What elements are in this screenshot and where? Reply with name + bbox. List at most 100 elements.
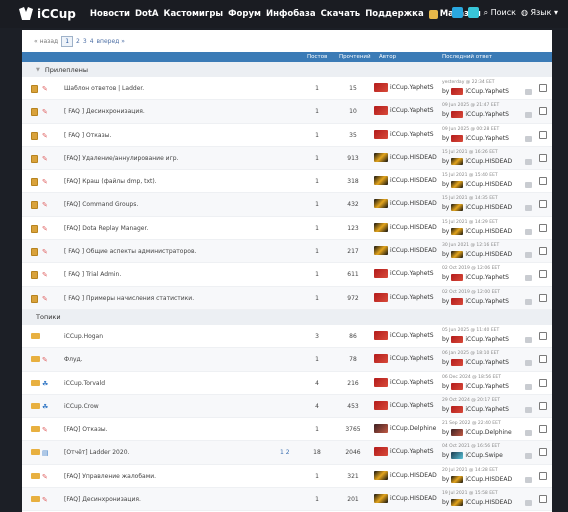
topic-title-link[interactable]: iCCup.Torvald bbox=[64, 380, 105, 387]
language-button[interactable]: ◍ Язык ▾ bbox=[521, 8, 558, 17]
topic-title-link[interactable]: [FAQ] Десинхронизация. bbox=[64, 496, 141, 503]
author-name-link[interactable]: iCCup.YaphetS bbox=[390, 131, 434, 138]
topic-title-link[interactable]: [ FAQ ] Общие аспекты администраторов. bbox=[64, 248, 196, 255]
author-name-link[interactable]: iCCup.HISDEAD bbox=[390, 154, 437, 161]
author-name-link[interactable]: iCCup.YaphetS bbox=[390, 448, 434, 455]
select-checkbox[interactable] bbox=[539, 331, 547, 340]
go-to-last-post-icon[interactable] bbox=[525, 158, 532, 165]
nav-custom-games[interactable]: Кастомигры bbox=[164, 9, 224, 19]
last-reply-author-link[interactable]: iCCup.YaphetS bbox=[465, 336, 509, 343]
select-checkbox[interactable] bbox=[539, 495, 547, 504]
nav-dota[interactable]: DotA bbox=[135, 9, 159, 19]
select-checkbox[interactable] bbox=[539, 247, 547, 256]
author-name-link[interactable]: iCCup.YaphetS bbox=[390, 355, 434, 362]
go-to-last-post-icon[interactable] bbox=[525, 205, 532, 212]
last-reply-author-link[interactable]: iCCup.HISDEAD bbox=[465, 476, 512, 483]
select-checkbox[interactable] bbox=[539, 425, 547, 434]
last-reply-author-link[interactable]: iCCup.YaphetS bbox=[465, 111, 509, 118]
last-reply-author-link[interactable]: iCCup.YaphetS bbox=[465, 383, 509, 390]
pager-page-2[interactable]: 2 bbox=[76, 38, 80, 45]
topic-title-link[interactable]: iCCup.Hogan bbox=[64, 333, 103, 340]
select-checkbox[interactable] bbox=[539, 153, 547, 162]
nav-infobase[interactable]: Инфобаза bbox=[266, 9, 316, 19]
go-to-last-post-icon[interactable] bbox=[525, 298, 532, 305]
last-reply-author-link[interactable]: iCCup.YaphetS bbox=[465, 274, 509, 281]
last-reply-author-link[interactable]: iCCup.YaphetS bbox=[465, 88, 509, 95]
topic-title-link[interactable]: [ FAQ ] Отказы. bbox=[64, 132, 111, 139]
go-to-last-post-icon[interactable] bbox=[525, 336, 532, 343]
topic-title-link[interactable]: [FAQ] Отказы. bbox=[64, 426, 108, 433]
last-reply-author-link[interactable]: iCCup.HISDEAD bbox=[465, 251, 512, 258]
topic-title-link[interactable]: iCCup.Crow bbox=[64, 403, 99, 410]
topic-pages-link[interactable]: 1 2 bbox=[280, 449, 290, 456]
author-name-link[interactable]: iCCup.HISDEAD bbox=[390, 177, 437, 184]
user-icon[interactable] bbox=[451, 7, 463, 18]
go-to-last-post-icon[interactable] bbox=[525, 275, 532, 282]
pager-page-3[interactable]: 3 bbox=[83, 38, 87, 45]
pager-forward[interactable]: вперед » bbox=[97, 38, 125, 45]
select-checkbox[interactable] bbox=[539, 401, 547, 410]
author-name-link[interactable]: iCCup.HISDEAD bbox=[390, 200, 437, 207]
author-name-link[interactable]: iCCup.YaphetS bbox=[390, 294, 434, 301]
topic-title-link[interactable]: [ FAQ ] Десинхронизация. bbox=[64, 108, 145, 115]
go-to-last-post-icon[interactable] bbox=[525, 112, 532, 119]
author-name-link[interactable]: iCCup.HISDEAD bbox=[390, 495, 437, 502]
select-checkbox[interactable] bbox=[539, 107, 547, 116]
nav-download[interactable]: Скачать bbox=[321, 9, 361, 19]
topic-title-link[interactable]: [ FAQ ] Примеры начисления статистики. bbox=[64, 295, 194, 302]
last-reply-author-link[interactable]: iCCup.HISDEAD bbox=[465, 158, 512, 165]
last-reply-author-link[interactable]: iCCup.YaphetS bbox=[465, 135, 509, 142]
go-to-last-post-icon[interactable] bbox=[525, 135, 532, 142]
author-name-link[interactable]: iCCup.HISDEAD bbox=[390, 472, 437, 479]
author-name-link[interactable]: iCCup.Delphine bbox=[390, 425, 436, 432]
author-name-link[interactable]: iCCup.YaphetS bbox=[390, 402, 434, 409]
author-name-link[interactable]: iCCup.YaphetS bbox=[390, 379, 434, 386]
topic-title-link[interactable]: [FAQ] Удаление/аннулирование игр. bbox=[64, 155, 178, 162]
site-logo[interactable]: iCCup bbox=[18, 7, 76, 21]
nav-news[interactable]: Новости bbox=[90, 9, 130, 19]
select-checkbox[interactable] bbox=[539, 448, 547, 457]
pager-back[interactable]: « назад bbox=[34, 38, 58, 45]
author-name-link[interactable]: iCCup.YaphetS bbox=[390, 270, 434, 277]
author-name-link[interactable]: iCCup.HISDEAD bbox=[390, 224, 437, 231]
select-checkbox[interactable] bbox=[539, 177, 547, 186]
go-to-last-post-icon[interactable] bbox=[525, 430, 532, 437]
select-checkbox[interactable] bbox=[539, 355, 547, 364]
select-checkbox[interactable] bbox=[539, 270, 547, 279]
topic-title-link[interactable]: [FAQ] Dota Replay Manager. bbox=[64, 225, 148, 232]
author-name-link[interactable]: iCCup.YaphetS bbox=[390, 107, 434, 114]
last-reply-author-link[interactable]: iCCup.Swipe bbox=[465, 452, 502, 459]
last-reply-author-link[interactable]: iCCup.HISDEAD bbox=[465, 228, 512, 235]
last-reply-author-link[interactable]: iCCup.HISDEAD bbox=[465, 499, 512, 506]
topic-title-link[interactable]: Флуд. bbox=[64, 356, 83, 363]
topic-title-link[interactable]: [ FAQ ] Trial Admin. bbox=[64, 271, 121, 278]
last-reply-author-link[interactable]: iCCup.YaphetS bbox=[465, 298, 509, 305]
go-to-last-post-icon[interactable] bbox=[525, 89, 532, 95]
search-button[interactable]: ⌕ Поиск bbox=[484, 8, 516, 18]
go-to-last-post-icon[interactable] bbox=[525, 453, 532, 460]
go-to-last-post-icon[interactable] bbox=[525, 182, 532, 189]
go-to-last-post-icon[interactable] bbox=[525, 500, 532, 507]
go-to-last-post-icon[interactable] bbox=[525, 228, 532, 235]
nav-support[interactable]: Поддержка bbox=[365, 9, 424, 19]
select-checkbox[interactable] bbox=[539, 378, 547, 387]
select-checkbox[interactable] bbox=[539, 84, 547, 92]
last-reply-author-link[interactable]: iCCup.HISDEAD bbox=[465, 204, 512, 211]
select-checkbox[interactable] bbox=[539, 200, 547, 209]
select-checkbox[interactable] bbox=[539, 471, 547, 480]
last-reply-author-link[interactable]: iCCup.HISDEAD bbox=[465, 181, 512, 188]
author-name-link[interactable]: iCCup.YaphetS bbox=[390, 84, 434, 91]
select-checkbox[interactable] bbox=[539, 293, 547, 302]
nav-forum[interactable]: Форум bbox=[228, 9, 261, 19]
topic-title-link[interactable]: [FAQ] Управление жалобами. bbox=[64, 473, 156, 480]
pager-page-1[interactable]: 1 bbox=[61, 35, 74, 47]
last-reply-author-link[interactable]: iCCup.YaphetS bbox=[465, 359, 509, 366]
pager-page-4[interactable]: 4 bbox=[90, 38, 94, 45]
author-name-link[interactable]: iCCup.YaphetS bbox=[390, 332, 434, 339]
author-name-link[interactable]: iCCup.HISDEAD bbox=[390, 247, 437, 254]
last-reply-author-link[interactable]: iCCup.YaphetS bbox=[465, 406, 509, 413]
go-to-last-post-icon[interactable] bbox=[525, 383, 532, 390]
topic-title-link[interactable]: [Отчёт] Ladder 2020. bbox=[64, 449, 129, 456]
select-checkbox[interactable] bbox=[539, 223, 547, 232]
go-to-last-post-icon[interactable] bbox=[525, 252, 532, 259]
